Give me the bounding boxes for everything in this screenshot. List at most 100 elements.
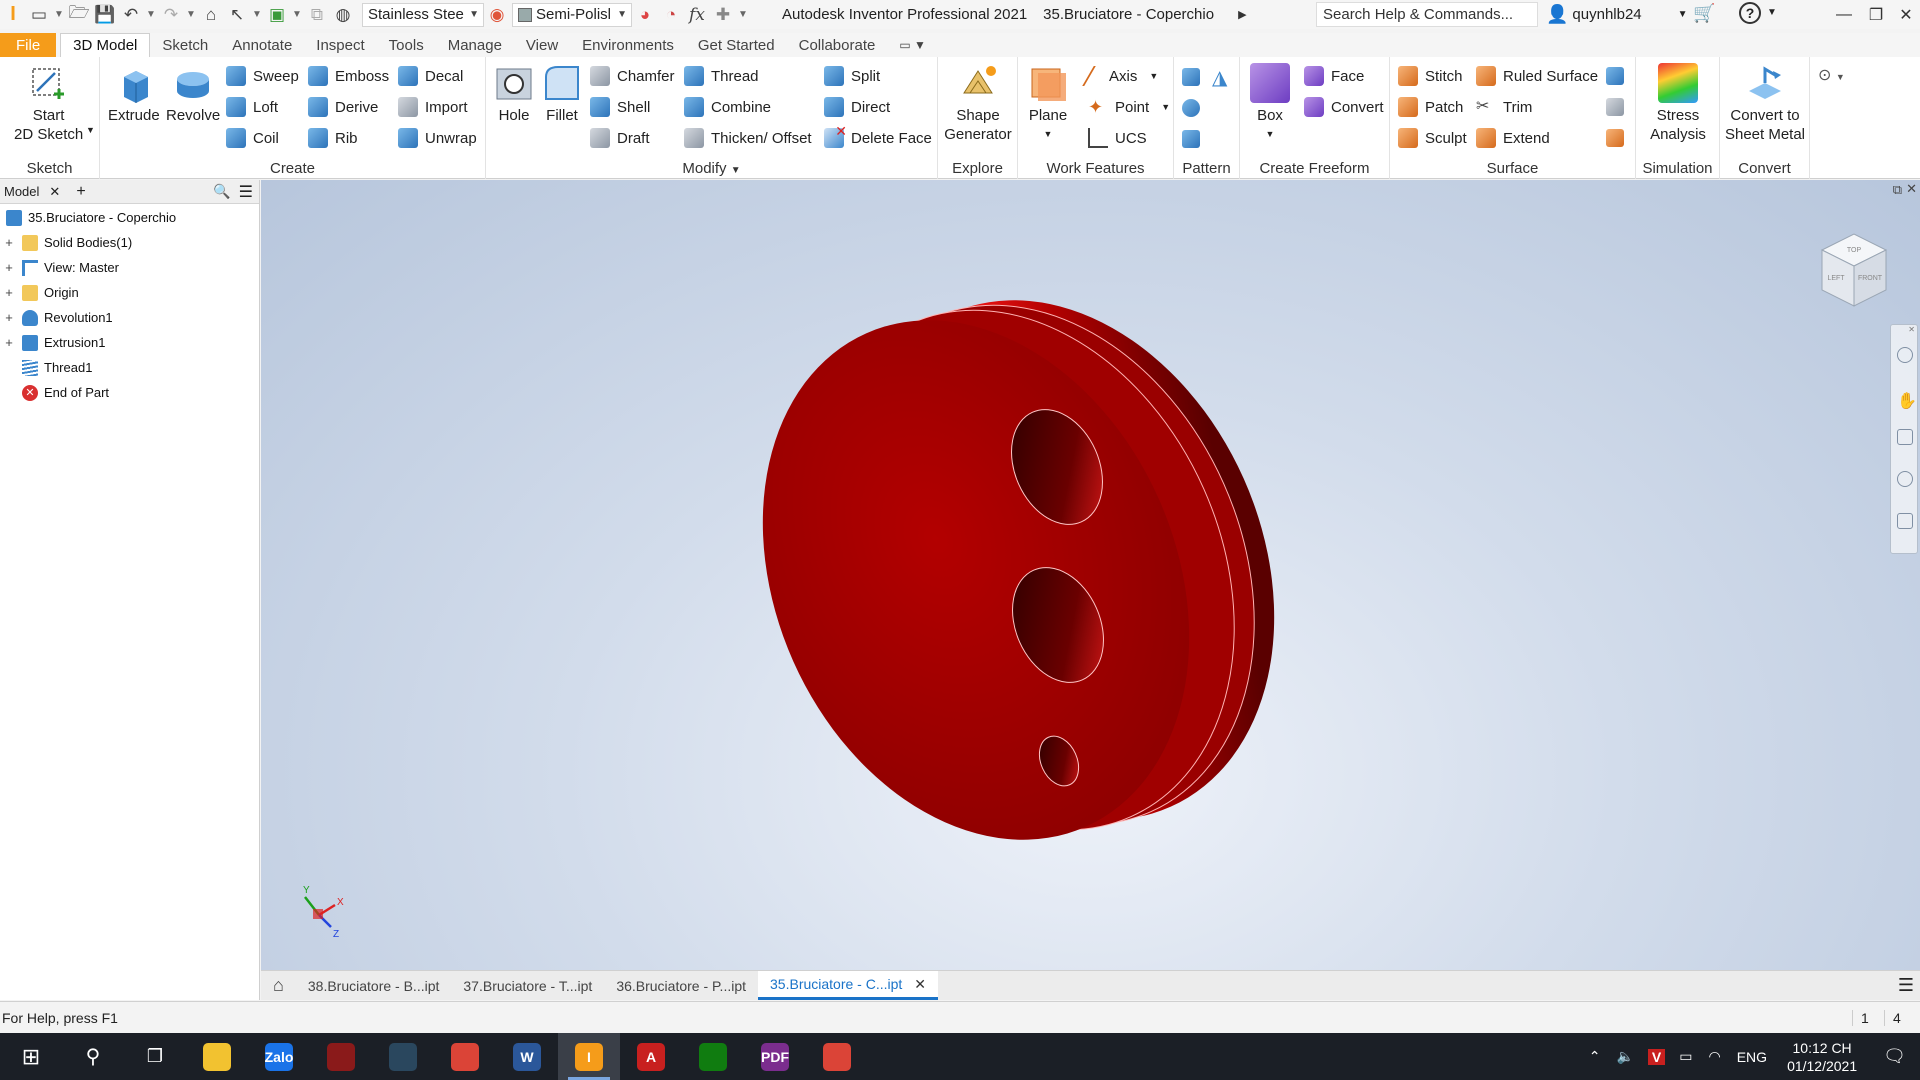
part-model[interactable] [261,180,1920,970]
tree-item-revolution1[interactable]: + Revolution1 [0,305,259,330]
browser-tab-model[interactable]: Model ✕ [0,184,64,200]
tab-environments[interactable]: Environments [570,33,686,57]
ucs-button[interactable]: UCS [1088,126,1147,150]
taskbar-app-pdf[interactable]: PDF [744,1033,806,1080]
tab-manage[interactable]: Manage [436,33,514,57]
sweep-button[interactable]: Sweep [226,64,299,88]
steering-wheel-icon[interactable] [1897,347,1913,363]
thread-button[interactable]: Thread [684,64,759,88]
zoom-icon[interactable] [1897,429,1913,445]
add-tab-icon[interactable]: + [76,183,85,201]
user-menu[interactable]: 👤 quynhlb24 ▼ [1546,4,1688,25]
home-tab-icon[interactable]: ⌂ [261,971,296,1000]
tab-get-started[interactable]: Get Started [686,33,787,57]
tab-view[interactable]: View [514,33,570,57]
cart-icon[interactable]: 🛒 [1693,3,1715,24]
thicken-offset-button[interactable]: Thicken/ Offset [684,126,812,150]
close-icon[interactable]: ✕ [1908,325,1915,334]
expand-icon[interactable]: + [4,335,14,350]
taskbar-app-file-explorer[interactable] [186,1033,248,1080]
split-button[interactable]: Split [824,64,880,88]
taskbar-app-game[interactable] [310,1033,372,1080]
orbit-icon[interactable] [1897,471,1913,487]
taskbar-app-steam[interactable] [372,1033,434,1080]
menu-icon[interactable]: ☰ [239,182,253,202]
inventor-logo-icon[interactable]: I [0,0,26,29]
home-icon[interactable]: ⌂ [198,0,224,29]
loft-button[interactable]: Loft [226,95,278,119]
redo-dropdown-icon[interactable]: ▼ [184,0,198,29]
open-folder-icon[interactable]: 🗁 [66,0,92,29]
start-2d-sketch-button[interactable]: Start 2D Sketch [14,63,83,144]
tab-tools[interactable]: Tools [377,33,436,57]
delete-face-button[interactable]: ✕ Delete Face [824,123,932,150]
panel-label-modify[interactable]: Modify ▼ [486,160,937,177]
add-icon[interactable]: ✚ [710,0,736,29]
plane-button[interactable]: Plane ▼ [1028,63,1068,144]
material-sphere-icon[interactable]: ◍ [330,0,356,29]
undo-icon[interactable]: ↶ [118,0,144,29]
color-wheel-icon[interactable]: ◉ [484,0,510,29]
tree-item-solid-bodies[interactable]: + Solid Bodies(1) [0,230,259,255]
trim-button[interactable]: ✂ Trim [1476,95,1532,119]
wifi-icon[interactable]: ◠ [1709,1048,1721,1065]
undo-dropdown-icon[interactable]: ▼ [144,0,158,29]
ribbon-display-toggle[interactable]: ▭ ▼ [887,33,938,57]
customize-dropdown-icon[interactable]: ▼ [736,0,750,29]
tree-item-view-master[interactable]: + View: Master [0,255,259,280]
tab-collaborate[interactable]: Collaborate [787,33,888,57]
look-at-icon[interactable] [1897,513,1913,529]
taskbar-app-xbox[interactable] [682,1033,744,1080]
unwrap-button[interactable]: Unwrap [398,126,477,150]
patch-button[interactable]: Patch [1398,95,1463,119]
tree-item-origin[interactable]: + Origin [0,280,259,305]
expand-icon[interactable]: + [4,260,14,275]
taskbar-app-inventor[interactable]: I [558,1033,620,1080]
search-input[interactable]: Search Help & Commands... [1316,2,1538,27]
doc-tab-37[interactable]: 37.Bruciatore - T...ipt [451,971,604,1000]
clear-appearance-icon[interactable]: ◔ [658,0,684,29]
taskbar-app-autocad[interactable]: A [620,1033,682,1080]
emboss-button[interactable]: Emboss [308,64,389,88]
sculpt-button[interactable]: Sculpt [1398,126,1467,150]
task-view-icon[interactable]: ❐ [124,1033,186,1080]
taskbar-app-word[interactable]: W [496,1033,558,1080]
help-dropdown-icon[interactable]: ▼ [1767,7,1777,18]
graphics-window[interactable]: TOP LEFT FRONT ✕ ✋ ⧉ ✕ Y X Z [261,180,1920,970]
surface-tool-1-icon[interactable] [1606,67,1624,85]
volume-icon[interactable]: 🔈 [1616,1048,1633,1065]
ribbon-options-icon[interactable]: ⊙ ▼ [1818,65,1845,85]
battery-icon[interactable]: ▭ [1679,1048,1692,1065]
convert-to-sheet-metal-button[interactable]: Convert to Sheet Metal [1724,63,1806,144]
appearance-select[interactable]: Semi-Polisl ▼ [512,2,632,27]
parameters-fx-icon[interactable]: fx [684,0,710,29]
save-icon[interactable]: 💾 [92,0,118,29]
draft-button[interactable]: Draft [590,126,650,150]
close-icon[interactable]: ✕ [914,976,926,993]
expand-icon[interactable]: + [4,285,14,300]
select-dropdown-icon[interactable]: ▼ [250,0,264,29]
select-icon[interactable]: ↖ [224,0,250,29]
mirror-icon[interactable]: ◮ [1212,65,1227,90]
tree-item-extrusion1[interactable]: + Extrusion1 [0,330,259,355]
extend-button[interactable]: Extend [1476,126,1550,150]
new-file-icon[interactable]: ▭ [26,0,52,29]
rib-button[interactable]: Rib [308,126,358,150]
doc-tab-38[interactable]: 38.Bruciatore - B...ipt [296,971,452,1000]
chevron-up-icon[interactable]: ⌃ [1589,1048,1601,1065]
surface-tool-2-icon[interactable] [1606,98,1624,116]
update-dropdown-icon[interactable]: ▼ [290,0,304,29]
antivirus-icon[interactable]: V [1647,1048,1666,1065]
close-button[interactable]: ✕ [1890,0,1920,29]
tab-annotate[interactable]: Annotate [220,33,304,57]
extrude-button[interactable]: Extrude [108,63,160,125]
expand-icon[interactable]: + [4,310,14,325]
box-button[interactable]: Box ▼ [1250,63,1290,144]
stitch-button[interactable]: Stitch [1398,64,1463,88]
close-view-icon[interactable]: ✕ [1906,181,1917,197]
update-icon[interactable]: ▣ [264,0,290,29]
convert-freeform-button[interactable]: Convert [1304,95,1384,119]
derive-button[interactable]: Derive [308,95,378,119]
tree-item-thread1[interactable]: Thread1 [0,355,259,380]
chamfer-button[interactable]: Chamfer [590,64,675,88]
